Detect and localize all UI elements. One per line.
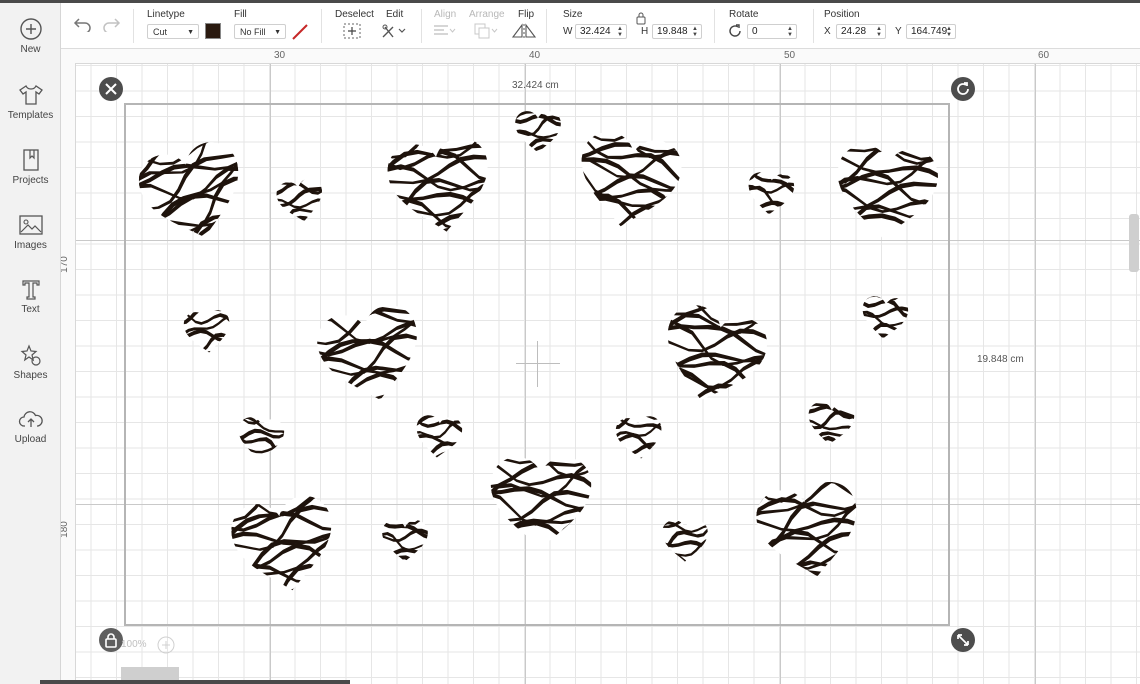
- sidebar-item-text[interactable]: Text: [0, 277, 61, 333]
- rotate-icon: [729, 24, 741, 37]
- horizontal-scrollbar[interactable]: [121, 667, 179, 681]
- lock-ratio-icon[interactable]: [635, 11, 647, 25]
- stepper-arrows-icon[interactable]: ▲ ▼: [617, 26, 623, 38]
- edit-tools-icon[interactable]: [381, 23, 407, 39]
- lock-handle-button[interactable]: [99, 628, 123, 652]
- sidebar-item-label: Shapes: [13, 370, 48, 381]
- shapes-icon: [20, 344, 41, 366]
- sidebar-item-projects[interactable]: Projects: [0, 148, 61, 204]
- toolbar-divider: [714, 9, 715, 43]
- stepper-arrows-icon[interactable]: ▲ ▼: [946, 26, 952, 38]
- flip-icon[interactable]: [511, 23, 539, 39]
- left-sidebar: New Templates Projects Images Text Shape…: [0, 3, 61, 684]
- width-value: 32.424: [580, 26, 611, 37]
- close-icon: [105, 83, 117, 95]
- position-x-value: 24.28: [841, 26, 867, 37]
- no-fill-swatch-icon[interactable]: [291, 23, 309, 41]
- plus-circle-icon: [19, 18, 42, 40]
- linetype-select[interactable]: Cut ▼: [147, 24, 199, 39]
- position-x-field[interactable]: 24.28 ▲ ▼: [836, 24, 886, 39]
- resize-diagonal-icon: [957, 634, 969, 646]
- delete-handle-button[interactable]: [99, 77, 123, 101]
- chevron-down-icon: ▼: [187, 29, 194, 36]
- sidebar-item-label: Upload: [14, 434, 47, 445]
- design-canvas[interactable]: 30 40 50 60 170 180 32.424 cm 19.848 cm …: [61, 49, 1140, 684]
- resize-handle-button[interactable]: [951, 628, 975, 652]
- undo-icon[interactable]: [73, 16, 93, 32]
- toolbar-divider: [421, 9, 422, 43]
- size-label: Size: [563, 9, 583, 20]
- rotate-field[interactable]: 0 ▲ ▼: [747, 24, 797, 39]
- arrange-label: Arrange: [469, 9, 505, 20]
- stepper-arrows-icon[interactable]: ▲ ▼: [876, 26, 882, 38]
- linetype-value: Cut: [153, 27, 168, 37]
- deselect-label: Deselect: [335, 9, 374, 20]
- window-bottom-edge: [40, 680, 350, 684]
- sidebar-item-label: Projects: [12, 175, 49, 186]
- cloud-upload-icon: [18, 411, 43, 427]
- sidebar-item-images[interactable]: Images: [0, 213, 61, 269]
- width-field[interactable]: 32.424 ▲ ▼: [575, 24, 627, 39]
- align-label: Align: [434, 9, 457, 20]
- deselect-icon[interactable]: [343, 23, 361, 39]
- edit-label: Edit: [386, 9, 404, 20]
- width-label: W: [563, 26, 573, 37]
- rotate-label: Rotate: [729, 9, 759, 20]
- sidebar-item-shapes[interactable]: Shapes: [0, 343, 61, 399]
- sidebar-item-templates[interactable]: Templates: [0, 83, 61, 139]
- stepper-arrows-icon[interactable]: ▲ ▼: [787, 26, 793, 38]
- linetype-label: Linetype: [147, 9, 185, 20]
- lock-icon: [105, 633, 117, 648]
- toolbar-divider: [321, 9, 322, 43]
- center-crosshair: [537, 341, 538, 387]
- toolbar-divider: [813, 9, 814, 43]
- sidebar-item-label: Templates: [7, 110, 54, 121]
- toolbar-divider: [546, 9, 547, 43]
- fill-label: Fill: [234, 9, 247, 20]
- height-label: H: [641, 26, 649, 37]
- x-label: X: [824, 26, 831, 37]
- text-t-icon: [21, 280, 40, 300]
- image-icon: [18, 215, 43, 235]
- align-icon[interactable]: [433, 24, 457, 38]
- stepper-arrows-icon[interactable]: ▲ ▼: [692, 26, 698, 38]
- sidebar-item-new[interactable]: New: [0, 17, 61, 73]
- sidebar-item-upload[interactable]: Upload: [0, 407, 61, 463]
- arrange-icon[interactable]: [473, 23, 499, 39]
- fill-value: No Fill: [240, 27, 266, 37]
- y-label: Y: [895, 26, 902, 37]
- linetype-color-swatch[interactable]: [205, 23, 221, 39]
- fill-select[interactable]: No Fill ▼: [234, 24, 286, 39]
- rotate-icon: [957, 82, 969, 95]
- vertical-scrollbar[interactable]: [1129, 214, 1139, 272]
- position-label: Position: [824, 9, 860, 20]
- redo-icon[interactable]: [101, 16, 121, 32]
- flip-label: Flip: [518, 9, 535, 20]
- position-y-value: 164.749: [911, 26, 948, 37]
- sidebar-item-label: Text: [21, 304, 40, 315]
- zoom-in-icon[interactable]: [157, 636, 175, 654]
- tshirt-icon: [18, 85, 43, 105]
- position-y-field[interactable]: 164.749 ▲ ▼: [906, 24, 956, 39]
- height-field[interactable]: 19.848 ▲ ▼: [652, 24, 702, 39]
- sidebar-item-label: New: [20, 44, 41, 55]
- rotate-value: 0: [752, 26, 758, 37]
- toolbar-divider: [133, 9, 134, 43]
- zoom-level: 100%: [121, 639, 147, 650]
- rotate-handle-button[interactable]: [951, 77, 975, 101]
- sidebar-item-label: Images: [14, 240, 47, 251]
- center-crosshair: [516, 363, 560, 364]
- height-value: 19.848: [657, 26, 688, 37]
- chevron-down-icon: ▼: [274, 29, 281, 36]
- top-toolbar: Linetype Cut ▼ Fill No Fill ▼ Deselect E…: [61, 3, 1140, 49]
- bookmark-icon: [22, 149, 39, 171]
